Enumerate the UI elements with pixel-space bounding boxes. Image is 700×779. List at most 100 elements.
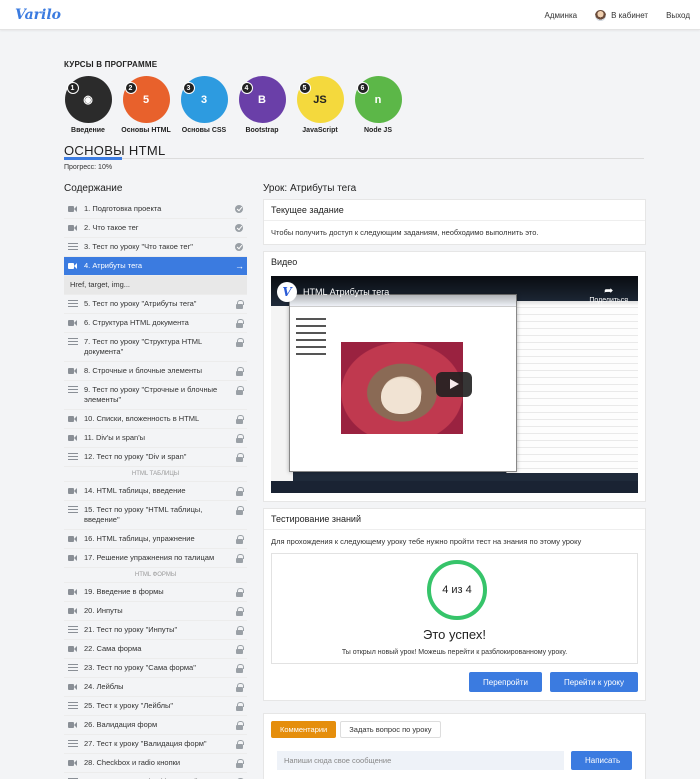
toc-item-label: 4. Атрибуты тега [84,261,143,270]
toc-item-label: 1. Подготовка проекта [84,204,162,213]
test-result: 4 из 4 Это успех! Ты открыл новый урок! … [271,553,638,664]
progress-text: Прогресс: 10% [64,164,113,171]
video-icon [68,759,78,767]
course-item[interactable]: B 4 Bootstrap [238,76,286,134]
toc-item[interactable]: 14. HTML таблицы, введение [64,482,247,501]
video-icon [68,645,78,653]
course-item[interactable]: 5 2 Основы HTML [121,76,171,134]
toc-item[interactable]: 17. Решение упражнения по талицам [64,549,247,568]
avatar [595,9,607,21]
play-button[interactable] [436,372,472,397]
list-icon [68,243,78,251]
toc-item[interactable]: 2. Что такое тег [64,219,247,238]
share-button[interactable]: ➦ Поделиться [589,284,628,304]
toc-item-label: 20. Инпуты [84,606,123,615]
score-text: 4 из 4 [442,584,472,596]
lock-icon [235,664,244,673]
toc-item[interactable]: 15. Тест по уроку "HTML таблицы, введени… [64,501,247,530]
toc-item[interactable]: 27. Тест к уроку "Валидация форм" [64,735,247,754]
video-icon [68,721,78,729]
lock-icon [235,740,244,749]
course-circle: ◉ 1 [64,76,112,123]
toc-item[interactable]: 20. Инпуты [64,602,247,621]
comment-input[interactable] [277,751,564,770]
retry-button[interactable]: Перепройти [469,672,542,692]
admin-link[interactable]: Админка [545,11,578,20]
share-icon: ➦ [604,285,614,297]
toc-item[interactable]: 8. Строчные и блочные элементы [64,362,247,381]
video-frame-sheet [506,301,638,473]
toc-item-label: 16. HTML таблицы, упражнение [84,534,195,543]
toc-item[interactable]: 21. Тест по уроку "Инпуты" [64,621,247,640]
tab-ask-question[interactable]: Задать вопрос по уроку [340,721,441,738]
toc-item[interactable]: 12. Тест по уроку "Div и span" [64,448,247,467]
video-icon [68,367,78,375]
send-comment-button[interactable]: Написать [571,751,632,770]
toc-title: Содержание [64,183,123,194]
course-number: 1 [66,82,79,94]
toc-item-label: 9. Тест по уроку "Строчные и блочные эле… [84,385,218,404]
video-title[interactable]: HTML Атрибуты тега [303,287,389,297]
lock-icon [235,554,244,563]
toc-item[interactable]: 3. Тест по уроку "Что такое тег" [64,238,247,257]
toc-item-label: 24. Лейблы [84,682,124,691]
toc-item-label: 14. HTML таблицы, введение [84,486,186,495]
toc-item[interactable]: 7. Тест по уроку "Структура HTML докумен… [64,333,247,362]
courses-title: КУРСЫ В ПРОГРАММЕ [64,60,158,69]
comments-panel: Комментарии Задать вопрос по уроку Напис… [263,713,646,779]
goto-lesson-button[interactable]: Перейти к уроку [549,672,638,692]
course-item[interactable]: 3 3 Основы CSS [180,76,228,134]
toc-item[interactable]: 22. Сама форма [64,640,247,659]
toc-item[interactable]: 6. Структура HTML документа [64,314,247,333]
logo[interactable]: Varilo [15,7,61,23]
toc-item[interactable]: 16. HTML таблицы, упражнение [64,530,247,549]
html5-icon: 5 [142,93,150,106]
channel-logo[interactable]: V [277,282,297,302]
toc-item[interactable]: 29. Тест к уроку "Checkbox и radio кнопк… [64,773,247,779]
course-item[interactable]: ◉ 1 Введение [64,76,112,134]
toc-item[interactable]: 19. Введение в формы [64,583,247,602]
toc-item[interactable]: 9. Тест по уроку "Строчные и блочные эле… [64,381,247,410]
video-icon [68,262,78,270]
toc-item-label: 26. Валидация форм [84,720,158,729]
toc-item[interactable]: 28. Checkbox и radio кнопки [64,754,247,773]
toc-item[interactable]: 26. Валидация форм [64,716,247,735]
lock-icon [235,721,244,730]
course-item[interactable]: JS 5 JavaScript [296,76,344,134]
toc-item[interactable]: 10. Списки, вложенность в HTML [64,410,247,429]
course-item[interactable]: n 6 Node JS [354,76,402,134]
success-title: Это успех! [423,627,486,642]
toc-item-label: 10. Списки, вложенность в HTML [84,414,200,423]
test-card: Тестирование знаний Для прохождения к сл… [263,508,646,701]
video-icon [68,319,78,327]
toc-item-label: 11. Div'ы и span'ы [84,433,146,442]
js-icon: JS [313,93,327,106]
toc-item[interactable]: 1. Подготовка проекта [64,200,247,219]
check-icon [235,243,243,251]
toc-subitem[interactable]: Href, target, img... [64,276,247,295]
video-player[interactable]: V HTML Атрибуты тега ➦ Поделиться [271,276,638,493]
logout-link[interactable]: Выход [666,11,690,20]
course-number: 6 [356,82,369,94]
toc-list: 1. Подготовка проекта 2. Что такое тег 3. … [64,200,247,779]
cabinet-link[interactable]: В кабинет [595,9,649,21]
list-icon [68,338,78,346]
toc-item[interactable]: 25. Тест к уроку "Лейблы" [64,697,247,716]
video-icon [68,554,78,562]
course-circle: B4 [238,76,286,123]
toc-item[interactable]: 23. Тест по уроку "Сама форма" [64,659,247,678]
list-icon [68,702,78,710]
toc-item-label: 25. Тест к уроку "Лейблы" [84,701,174,710]
toc-item-label: 28. Checkbox и radio кнопки [84,758,181,767]
tab-comments[interactable]: Комментарии [271,721,337,738]
list-icon [68,626,78,634]
video-taskbar [271,481,638,493]
toc-item-label: 2. Что такое тег [84,223,139,232]
cabinet-link-label: В кабинет [611,10,649,20]
toc-item[interactable]: 11. Div'ы и span'ы [64,429,247,448]
toc-item[interactable]: 5. Тест по уроку "Атрибуты тега" [64,295,247,314]
toc-item[interactable]: 24. Лейблы [64,678,247,697]
video-icon [68,683,78,691]
comments-tabs: Комментарии Задать вопрос по уроку [271,721,441,738]
toc-item[interactable]: 4. Атрибуты тега → [64,257,247,276]
